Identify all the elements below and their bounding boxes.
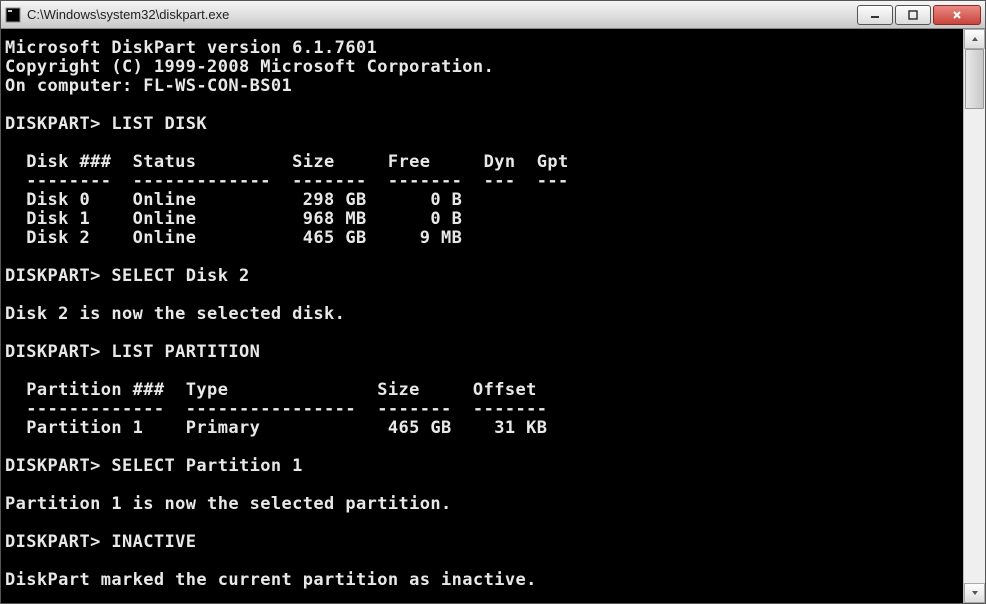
vertical-scrollbar[interactable]	[963, 29, 985, 603]
console-window: C:\Windows\system32\diskpart.exe Microso…	[0, 0, 986, 604]
titlebar: C:\Windows\system32\diskpart.exe	[1, 1, 985, 29]
scroll-thumb[interactable]	[965, 49, 984, 109]
minimize-button[interactable]	[857, 5, 893, 25]
scroll-up-button[interactable]	[964, 29, 985, 49]
close-button[interactable]	[933, 5, 981, 25]
scroll-track[interactable]	[964, 49, 985, 583]
titlebar-buttons	[855, 5, 981, 25]
scroll-down-button[interactable]	[964, 583, 985, 603]
app-icon	[5, 7, 21, 23]
window-title: C:\Windows\system32\diskpart.exe	[27, 7, 855, 22]
console-output[interactable]: Microsoft DiskPart version 6.1.7601 Copy…	[1, 29, 963, 603]
maximize-button[interactable]	[895, 5, 931, 25]
